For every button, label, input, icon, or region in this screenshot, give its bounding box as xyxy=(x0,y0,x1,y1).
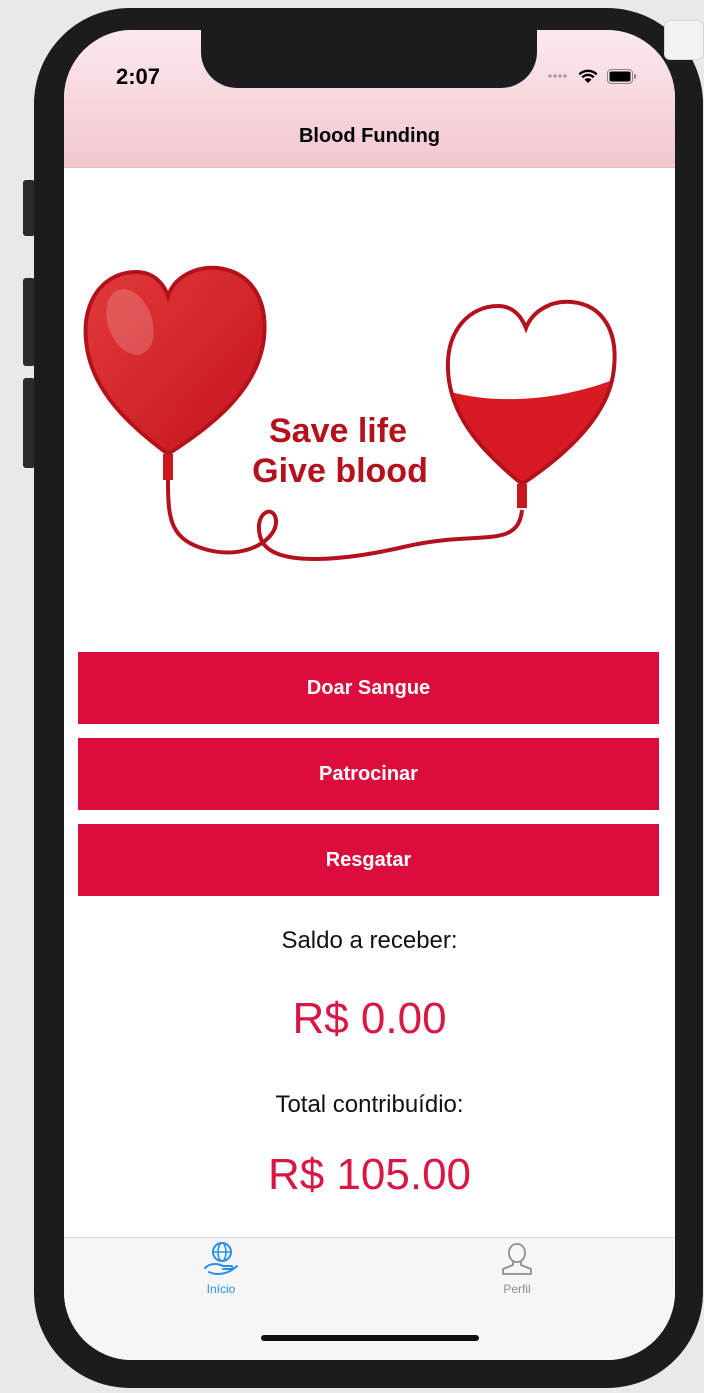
balance-value: R$ 0.00 xyxy=(292,994,447,1043)
blood-tube xyxy=(166,479,524,561)
signal-icon xyxy=(548,74,567,78)
contribution-label: Total contribuídio: xyxy=(275,1091,464,1118)
donate-blood-button[interactable]: Doar Sangue xyxy=(78,652,659,724)
tab-profile[interactable]: Perfil xyxy=(467,1238,567,1308)
redeem-button[interactable]: Resgatar xyxy=(78,824,659,896)
app-screen: Blood Funding 2:07 Save life Give blood … xyxy=(64,30,675,1360)
status-icons xyxy=(547,68,637,84)
window-corner xyxy=(664,20,704,60)
battery-icon xyxy=(607,68,636,84)
home-indicator[interactable] xyxy=(261,1335,479,1341)
tab-profile-label: Perfil xyxy=(503,1282,531,1296)
globe-hand-icon xyxy=(204,1242,238,1275)
wifi-icon xyxy=(578,69,598,83)
tab-home[interactable]: Início xyxy=(171,1238,271,1308)
tab-bar: Início Perfil xyxy=(64,1237,675,1360)
right-heart xyxy=(445,299,617,487)
balance-label: Saldo a receber: xyxy=(281,927,458,954)
hero-line-2: Give blood xyxy=(252,452,428,490)
page-title: Blood Funding xyxy=(298,125,441,147)
donation-hero-image: Save life Give blood xyxy=(83,265,617,561)
hero-line-1: Save life xyxy=(269,412,407,450)
device-notch xyxy=(201,30,537,88)
tab-home-label: Início xyxy=(206,1282,236,1296)
contribution-value: R$ 105.00 xyxy=(267,1150,472,1199)
person-icon xyxy=(502,1243,532,1275)
sponsor-button[interactable]: Patrocinar xyxy=(78,738,659,810)
status-time: 2:07 xyxy=(116,64,161,89)
device-stage: Blood Funding 2:07 Save life Give blood … xyxy=(0,0,704,1393)
